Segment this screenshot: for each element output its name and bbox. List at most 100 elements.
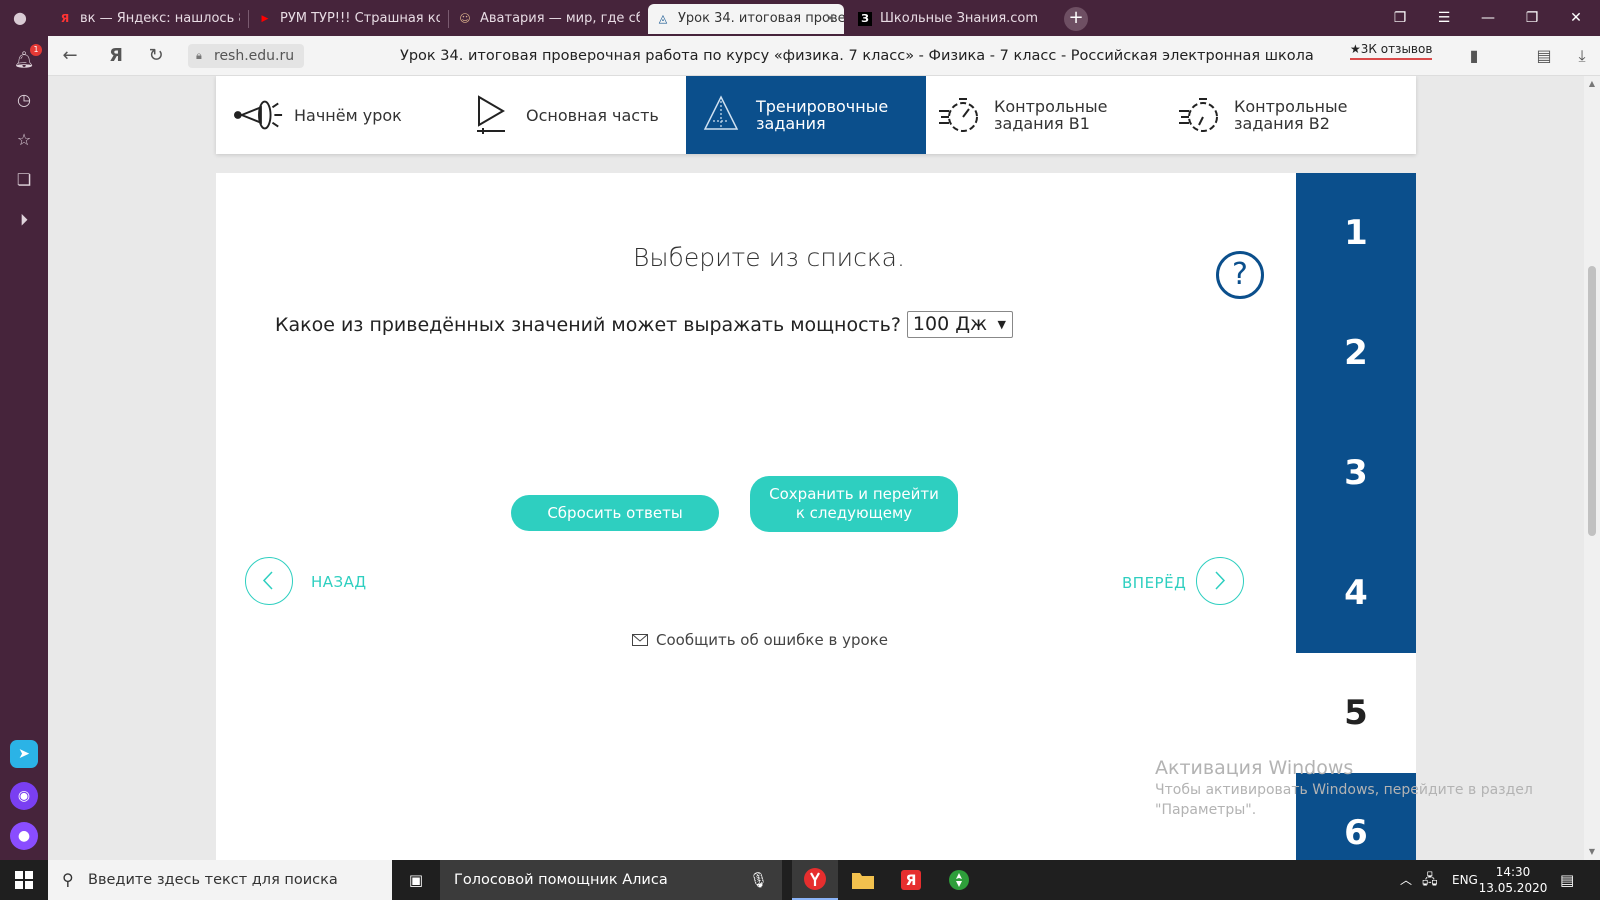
scroll-thumb[interactable]: [1588, 266, 1596, 536]
browser-tab-znanija[interactable]: З Школьные Знания.com - F: [850, 4, 1040, 34]
save-next-button[interactable]: Сохранить и перейти к следующему: [750, 476, 958, 532]
pyramid-icon: [696, 93, 746, 137]
resh-favicon-icon: ◬: [658, 12, 668, 25]
microphone-icon[interactable]: 🎙︎: [749, 860, 768, 900]
tab-label: РУМ ТУР!!! Страшная ком: [280, 11, 440, 26]
mail-envelope-icon: [632, 634, 648, 646]
video-play-icon[interactable]: ⏵: [12, 208, 36, 232]
browser-tab-avataria[interactable]: ☺ Аватария — мир, где сбы: [450, 4, 640, 34]
minimize-icon[interactable]: —: [1466, 0, 1510, 36]
stopwatch-icon: [934, 93, 984, 137]
step-2[interactable]: 2: [1296, 293, 1416, 413]
address-bar: ← Я ↻ 🔒︎ resh.edu.ru Урок 34. итоговая п…: [48, 36, 1600, 76]
notification-count-badge: 1: [30, 44, 42, 56]
alice-voice-icon[interactable]: ●: [10, 822, 38, 850]
reload-icon[interactable]: ↻: [144, 44, 168, 68]
step-4[interactable]: 4: [1296, 533, 1416, 653]
page-title: Урок 34. итоговая проверочная работа по …: [400, 48, 1314, 64]
language-indicator[interactable]: ENG: [1452, 860, 1478, 900]
reset-answers-button[interactable]: Сбросить ответы: [511, 495, 719, 531]
yandex-app-icon[interactable]: Я: [888, 860, 934, 900]
step-1[interactable]: 1: [1296, 173, 1416, 293]
collections-icon[interactable]: ▤: [1532, 44, 1556, 68]
browser-tab-resh-active[interactable]: ◬ Урок 34. итоговая прове ✕: [648, 4, 844, 34]
lock-icon: 🔒︎: [196, 49, 202, 62]
answer-select[interactable]: 100 Дж ▼: [906, 311, 1013, 338]
close-window-icon[interactable]: ✕: [1554, 0, 1598, 36]
chevron-right-icon: [1215, 571, 1226, 590]
new-tab-plus-icon[interactable]: +: [1064, 7, 1088, 31]
history-clock-icon[interactable]: ◷: [12, 88, 36, 112]
watermark-line: "Параметры".: [1155, 802, 1257, 818]
reviews-badge[interactable]: ★3К отзывов: [1350, 42, 1433, 60]
lesson-nav-label: Основная часть: [526, 105, 659, 125]
lesson-nav-label: Начнём урок: [294, 105, 402, 125]
url-field[interactable]: 🔒︎ resh.edu.ru: [188, 44, 305, 68]
scroll-down-arrow-icon[interactable]: ▼: [1584, 844, 1600, 860]
tab-close-icon[interactable]: ✕: [824, 4, 836, 34]
stopwatch-icon: [1174, 93, 1224, 137]
url-text: resh.edu.ru: [214, 48, 295, 64]
collections-icon[interactable]: ❏: [12, 168, 36, 192]
lesson-nav-control-b1[interactable]: Контрольные задания В1: [934, 76, 1174, 154]
browser-tab-youtube[interactable]: ▶ РУМ ТУР!!! Страшная ком: [250, 4, 440, 34]
restore-window-icon[interactable]: ❐: [1510, 0, 1554, 36]
forward-button[interactable]: [1196, 557, 1244, 605]
yandex-logo-icon[interactable]: Я: [104, 44, 128, 68]
alice-app-icon[interactable]: ◉: [10, 782, 38, 810]
step-5-current[interactable]: 5: [1296, 653, 1416, 773]
windows-start-icon[interactable]: [0, 860, 48, 900]
back-label[interactable]: НАЗАД: [311, 573, 367, 591]
lesson-nav-training[interactable]: Тренировочные задания: [686, 76, 926, 154]
messenger-app-icon[interactable]: ➤: [10, 740, 38, 768]
lesson-nav-label: Контрольные задания В2: [1234, 97, 1348, 133]
lesson-nav-main[interactable]: Основная часть: [466, 76, 686, 154]
question-row: Какое из приведённых значений может выра…: [275, 311, 1013, 338]
lesson-navigation: Начнём урок Основная часть Тренировочные…: [216, 76, 1416, 154]
windows-activation-watermark: Активация Windows Чтобы активировать Win…: [1155, 756, 1533, 820]
tab-label: Урок 34. итоговая прове: [678, 11, 844, 26]
bookmarks-manager-icon[interactable]: ❐: [1378, 0, 1422, 36]
profile-icon[interactable]: ●: [10, 8, 30, 28]
bookmark-icon[interactable]: ▮: [1462, 44, 1486, 68]
menu-hamburger-icon[interactable]: ☰: [1422, 0, 1466, 36]
tab-label: Аватария — мир, где сбы: [480, 11, 640, 26]
taskbar-search-placeholder: Введите здесь текст для поиска: [88, 872, 338, 888]
game-app-icon[interactable]: [936, 860, 982, 900]
alice-voice-assistant[interactable]: Голосовой помощник Алиса 🎙︎: [440, 860, 782, 900]
forward-label[interactable]: ВПЕРЁД: [1122, 574, 1186, 592]
yandex-favicon-icon: Я: [60, 12, 70, 25]
back-button[interactable]: [245, 557, 293, 605]
lesson-nav-start[interactable]: Начнём урок: [234, 76, 474, 154]
file-explorer-icon[interactable]: [840, 860, 886, 900]
clock-time: 14:30: [1495, 865, 1531, 879]
action-center-icon[interactable]: ▤: [1560, 860, 1574, 900]
browser-sidebar: 🔔︎ 1 ◷ ☆ ❏ ⏵ ➤ ◉ ●: [0, 36, 48, 860]
lesson-nav-control-b2[interactable]: Контрольные задания В2: [1174, 76, 1414, 154]
alice-label: Голосовой помощник Алиса: [454, 872, 668, 888]
task-view-icon[interactable]: ▣: [404, 868, 428, 892]
taskbar-search-input[interactable]: ⚲ Введите здесь текст для поиска: [48, 860, 392, 900]
network-icon[interactable]: 🖧︎: [1422, 860, 1438, 900]
report-error-link[interactable]: Сообщить об ошибке в уроке: [632, 631, 888, 649]
task-title: Выберите из списка.: [633, 243, 905, 272]
question-text: Какое из приведённых значений может выра…: [275, 313, 901, 336]
watermark-title: Активация Windows: [1155, 757, 1354, 779]
browser-tab-yandex[interactable]: Я вк — Яндекс: нашлось 84: [50, 4, 240, 34]
windows-taskbar: ⚲ Введите здесь текст для поиска ▣ Голос…: [0, 860, 1600, 900]
help-question-icon[interactable]: ?: [1216, 251, 1264, 299]
play-icon: [466, 93, 516, 137]
task-panel: Выберите из списка. ? Какое из приведённ…: [216, 173, 1296, 860]
back-arrow-icon[interactable]: ←: [58, 44, 82, 68]
favorites-star-icon[interactable]: ☆: [12, 128, 36, 152]
lesson-nav-label: Контрольные задания В1: [994, 97, 1108, 133]
chevron-left-icon: [262, 571, 273, 590]
scroll-up-arrow-icon[interactable]: ▲: [1584, 76, 1600, 92]
step-3[interactable]: 3: [1296, 413, 1416, 533]
page-scrollbar[interactable]: ▲ ▼: [1584, 76, 1600, 860]
download-icon[interactable]: ⤓: [1570, 44, 1594, 68]
tray-expand-chevron-icon[interactable]: ︿: [1400, 860, 1412, 900]
yandex-browser-taskbar-icon[interactable]: [792, 860, 838, 900]
taskbar-clock[interactable]: 14:30 13.05.2020: [1478, 864, 1548, 896]
clock-date: 13.05.2020: [1478, 881, 1548, 895]
